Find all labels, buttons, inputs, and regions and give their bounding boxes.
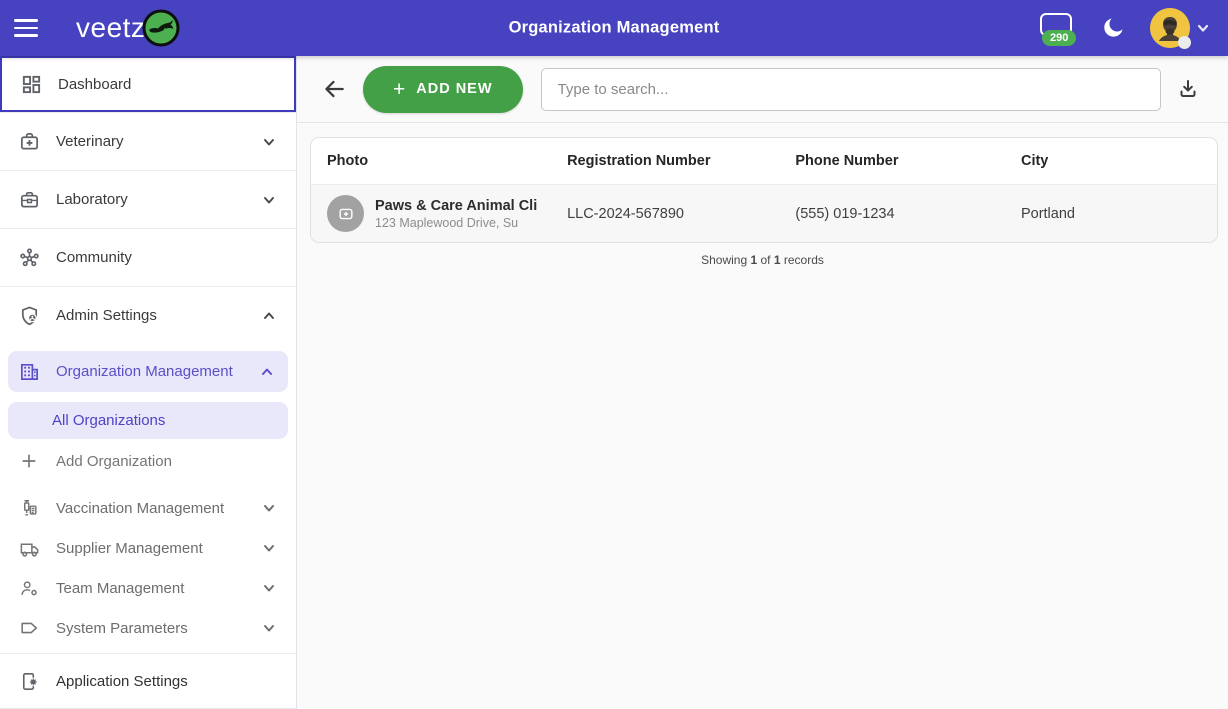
toolbar: + ADD NEW [297, 56, 1228, 123]
chevron-down-icon [262, 541, 276, 555]
status-dot [1178, 36, 1191, 49]
column-header-photo: Photo [311, 138, 551, 184]
sidebar-item-organization-management[interactable]: Organization Management [8, 351, 288, 392]
sidebar-item-label: All Organizations [52, 412, 274, 429]
device-counter-button[interactable]: 290 [1040, 13, 1076, 43]
dark-mode-toggle[interactable] [1100, 15, 1126, 41]
sidebar-item-admin-settings[interactable]: Admin Settings [0, 287, 296, 344]
brand-name: veetz [76, 12, 145, 44]
sidebar-item-label: Team Management [56, 580, 262, 597]
plus-icon: + [393, 79, 406, 100]
building-icon [18, 361, 40, 383]
app-settings-icon [18, 670, 40, 692]
chevron-down-icon [262, 135, 276, 149]
organizations-table: Photo Registration Number Phone Number C… [310, 137, 1218, 243]
sidebar-item-team-management[interactable]: Team Management [0, 568, 296, 608]
sidebar-item-system-parameters[interactable]: System Parameters [0, 608, 296, 648]
topbar-actions: 290 [1040, 8, 1210, 48]
avatar [1150, 8, 1190, 48]
person-gear-icon [18, 577, 40, 599]
sidebar-item-laboratory[interactable]: Laboratory [0, 171, 296, 228]
sidebar-item-add-organization[interactable]: Add Organization [0, 439, 296, 483]
hamburger-menu-icon[interactable] [14, 11, 48, 45]
notification-count-badge: 290 [1042, 30, 1076, 46]
arrow-left-icon [321, 76, 347, 102]
add-new-button[interactable]: + ADD NEW [363, 66, 523, 113]
org-photo-placeholder-icon [327, 195, 364, 232]
sidebar-item-veterinary[interactable]: Veterinary [0, 113, 296, 170]
records-summary: Showing 1 of 1 records [297, 243, 1228, 273]
chevron-up-icon [260, 365, 274, 379]
summary-total-count: 1 [774, 253, 781, 267]
sidebar-item-label: Laboratory [56, 191, 262, 208]
main-content: + ADD NEW Photo Registration Number Phon… [297, 56, 1228, 709]
sidebar-item-supplier-management[interactable]: Supplier Management [0, 528, 296, 568]
sidebar-item-label: Community [56, 249, 276, 266]
sidebar-item-label: Add Organization [56, 453, 276, 470]
brand-logo[interactable]: veetz [76, 8, 181, 48]
moon-icon [1100, 15, 1126, 41]
horse-logo-icon [141, 8, 181, 48]
org-name: Paws & Care Animal Cli [375, 198, 537, 214]
medical-bag-icon [18, 131, 40, 153]
community-network-icon [18, 247, 40, 269]
dashboard-grid-icon [20, 73, 42, 95]
sidebar-item-label: Organization Management [56, 363, 260, 380]
sidebar-item-label: Veterinary [56, 133, 262, 150]
summary-suffix: records [784, 253, 824, 267]
page-title: Organization Management [509, 19, 720, 38]
registration-number-cell: LLC-2024-567890 [551, 185, 779, 242]
syringe-icon [18, 497, 40, 519]
photo-cell: Paws & Care Animal Cli 123 Maplewood Dri… [311, 185, 551, 242]
download-button[interactable] [1170, 71, 1206, 107]
sidebar-item-all-organizations[interactable]: All Organizations [8, 402, 288, 439]
download-icon [1176, 77, 1200, 101]
briefcase-icon [18, 189, 40, 211]
shield-user-icon [18, 305, 40, 327]
sidebar-item-label: System Parameters [56, 620, 262, 637]
summary-shown-count: 1 [750, 253, 757, 267]
column-header-phone-number: Phone Number [779, 138, 1005, 184]
tag-icon [18, 617, 40, 639]
phone-number-cell: (555) 019-1234 [779, 185, 1005, 242]
sidebar-item-application-settings[interactable]: Application Settings [0, 654, 296, 708]
user-menu[interactable] [1150, 8, 1210, 48]
chevron-down-icon [1196, 21, 1210, 35]
chevron-down-icon [262, 501, 276, 515]
sidebar: Dashboard Veterinary Laboratory Communit… [0, 56, 297, 709]
city-cell: Portland [1005, 185, 1217, 242]
chevron-up-icon [262, 309, 276, 323]
sidebar-item-community[interactable]: Community [0, 229, 296, 286]
sidebar-item-label: Supplier Management [56, 540, 262, 557]
truck-icon [18, 537, 40, 559]
chevron-down-icon [262, 581, 276, 595]
sidebar-item-label: Dashboard [58, 76, 274, 93]
search-input[interactable] [541, 68, 1161, 111]
plus-icon [18, 450, 40, 472]
chevron-down-icon [262, 621, 276, 635]
org-name-stack: Paws & Care Animal Cli 123 Maplewood Dri… [375, 198, 537, 230]
sidebar-item-label: Admin Settings [56, 307, 262, 324]
summary-prefix: Showing [701, 253, 747, 267]
topbar: veetz Organization Management 290 [0, 0, 1228, 56]
table-header-row: Photo Registration Number Phone Number C… [311, 138, 1217, 184]
chevron-down-icon [262, 193, 276, 207]
table-row[interactable]: Paws & Care Animal Cli 123 Maplewood Dri… [311, 184, 1217, 242]
add-new-label: ADD NEW [416, 81, 492, 97]
summary-of: of [761, 253, 771, 267]
sidebar-item-label: Application Settings [56, 673, 276, 690]
org-address: 123 Maplewood Drive, Su [375, 216, 537, 230]
sidebar-item-label: Vaccination Management [56, 500, 262, 517]
sidebar-item-vaccination-management[interactable]: Vaccination Management [0, 488, 296, 528]
column-header-registration-number: Registration Number [551, 138, 779, 184]
column-header-city: City [1005, 138, 1217, 184]
back-button[interactable] [319, 74, 349, 104]
sidebar-item-dashboard[interactable]: Dashboard [0, 56, 296, 112]
